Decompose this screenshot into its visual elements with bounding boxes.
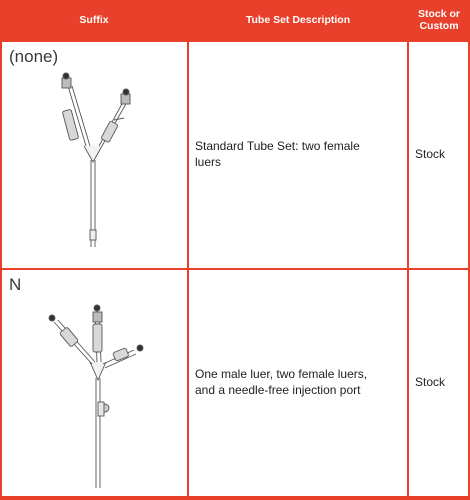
header-description: Tube Set Description [188,0,408,40]
header-stock-custom: Stock or Custom [408,0,470,40]
description-line-1: Standard Tube Set: two female [195,139,360,153]
description-line-2: luers [195,155,222,169]
table-row-2-suffix-cell: N [2,270,187,496]
tube-set-male-female-needle-free-icon [48,304,144,488]
header-stock-line1: Stock or [417,8,460,20]
header-suffix-label: Suffix [79,14,109,26]
description-text: One male luer, two female luers, and a n… [195,366,401,398]
table-row-2-stock-cell: Stock [409,270,468,496]
tube-set-two-female-luers-icon [61,72,131,247]
description-line-1: One male luer, two female luers, [195,367,368,381]
stock-value: Stock [415,375,446,389]
description-line-2: and a needle-free injection port [195,383,361,397]
header-description-label: Tube Set Description [245,14,351,26]
stock-value: Stock [415,147,446,161]
description-text: Standard Tube Set: two female luers [195,138,401,170]
header-suffix: Suffix [0,0,188,40]
table-row-1-description-cell: Standard Tube Set: two female luers [189,42,407,268]
table-row-2-description-cell: One male luer, two female luers, and a n… [189,270,407,496]
header-stock-line2: Custom [419,20,459,32]
tube-set-table: Suffix Tube Set Description Stock or Cus… [0,0,470,500]
table-row-1-suffix-cell: (none) [2,42,187,268]
table-row-1-stock-cell: Stock [409,42,468,268]
